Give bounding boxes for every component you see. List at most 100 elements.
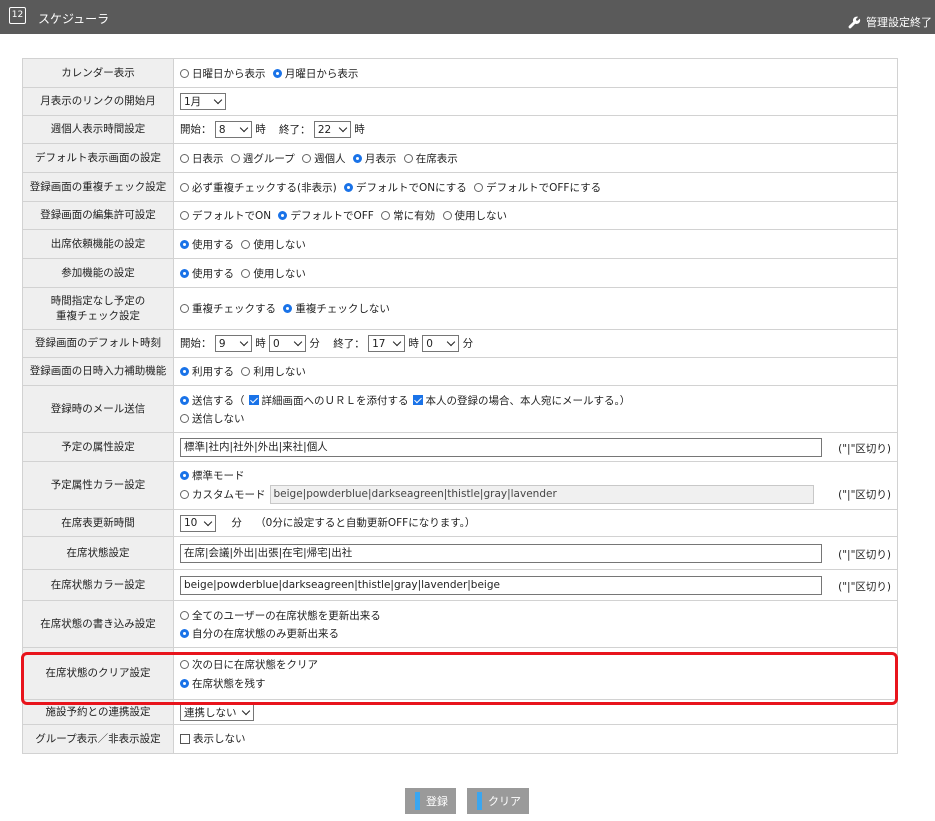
row-label: 登録時のメール送信 xyxy=(22,385,174,433)
separator-hint: ("|"区切り) xyxy=(838,580,891,593)
row-label: 在席状態のクリア設定 xyxy=(22,647,174,700)
row-label: 在席表更新時間 xyxy=(22,509,174,537)
row-label: 週個人表示時間設定 xyxy=(22,115,174,144)
radio-month-view[interactable]: 月表示 xyxy=(352,151,396,166)
radio-keep-presence[interactable]: 在席状態を残す xyxy=(180,676,266,691)
radio-edit-default-on[interactable]: デフォルトでON xyxy=(180,208,271,223)
row-month-link: 月表示のリンクの開始月 1月 xyxy=(22,87,898,116)
radio-edit-always[interactable]: 常に有効 xyxy=(381,208,435,223)
checkbox-self-mail[interactable]: 本人の登録の場合、本人宛にメールする。） xyxy=(412,393,630,408)
default-start-hour-select[interactable]: 9 xyxy=(214,335,252,352)
row-participation: 参加機能の設定 使用する 使用しない xyxy=(22,258,898,288)
radio-send-mail[interactable]: 送信する（ xyxy=(180,393,245,408)
radio-week-personal[interactable]: 週個人 xyxy=(302,151,346,166)
refresh-minutes-select[interactable]: 10 xyxy=(180,514,216,532)
row-datetime-assist: 登録画面の日時入力補助機能 利用する 利用しない xyxy=(22,357,898,386)
facility-link-select[interactable]: 連携しない xyxy=(180,703,254,721)
radio-start-sunday[interactable]: 日曜日から表示 xyxy=(180,66,266,81)
radio-update-all-users[interactable]: 全てのユーザーの在席状態を更新出来る xyxy=(180,608,381,623)
row-presence-write: 在席状態の書き込み設定 全てのユーザーの在席状態を更新出来る 自分の在席状態のみ… xyxy=(22,600,898,648)
row-label: 施設予約との連携設定 xyxy=(22,699,174,725)
default-start-min-select[interactable]: 0 xyxy=(269,335,307,352)
button-bar-icon xyxy=(415,792,420,810)
radio-clear-next-day[interactable]: 次の日に在席状態をクリア xyxy=(180,657,318,672)
radio-always-check[interactable]: 必ず重複チェックする(非表示) xyxy=(180,180,337,195)
radio-attendance-use[interactable]: 使用する xyxy=(180,237,234,252)
radio-week-group[interactable]: 週グループ xyxy=(230,151,295,166)
exit-admin-settings-label: 管理設定終了 xyxy=(866,16,932,29)
row-week-personal-time: 週個人表示時間設定 開始： 8 時 終了： 22 時 xyxy=(22,115,898,144)
clear-button[interactable]: クリア xyxy=(467,788,529,814)
row-label: 登録画面の重複チェック設定 xyxy=(22,172,174,202)
row-edit-permission: 登録画面の編集許可設定 デフォルトでON デフォルトでOFF 常に有効 使用しな… xyxy=(22,201,898,230)
row-label: 登録画面のデフォルト時刻 xyxy=(22,329,174,358)
radio-default-off[interactable]: デフォルトでOFFにする xyxy=(474,180,601,195)
month-link-select[interactable]: 1月 xyxy=(180,93,226,110)
row-label: 参加機能の設定 xyxy=(22,258,174,288)
radio-day-view[interactable]: 日表示 xyxy=(180,151,224,166)
row-presence-status: 在席状態設定 在席|会議|外出|出張|在宅|帰宅|出社 ("|"区切り) xyxy=(22,536,898,570)
row-label: 予定の属性設定 xyxy=(22,432,174,462)
row-attr-color: 予定属性カラー設定 標準モード カスタムモード beige|powderblue… xyxy=(22,461,898,510)
radio-edit-default-off[interactable]: デフォルトでOFF xyxy=(278,208,374,223)
default-end-hour-select[interactable]: 17 xyxy=(368,335,406,352)
row-group-display: グループ表示／非表示設定 表示しない xyxy=(22,724,898,754)
radio-no-time-no-check[interactable]: 重複チェックしない xyxy=(283,301,390,316)
week-end-hour-select[interactable]: 22 xyxy=(313,121,351,138)
radio-participation-unused[interactable]: 使用しない xyxy=(241,266,306,281)
radio-standard-mode[interactable]: 標準モード xyxy=(180,468,245,483)
radio-assist-unused[interactable]: 利用しない xyxy=(241,364,306,379)
header-bar: 12 スケジューラ 管理設定終了 xyxy=(0,0,935,34)
row-facility: 施設予約との連携設定 連携しない xyxy=(22,699,898,725)
row-label: 月表示のリンクの開始月 xyxy=(22,87,174,116)
scheduler-settings-table: カレンダー表示 日曜日から表示 月曜日から表示 月表示のリンクの開始月 1月 週… xyxy=(22,58,898,754)
row-label: 登録画面の編集許可設定 xyxy=(22,201,174,230)
calendar-icon: 12 xyxy=(9,7,26,24)
attr-color-input[interactable]: beige|powderblue|darkseagreen|thistle|gr… xyxy=(269,484,814,504)
week-start-hour-select[interactable]: 8 xyxy=(214,121,252,138)
exit-admin-settings-link[interactable]: 管理設定終了 xyxy=(848,14,932,30)
presence-color-input[interactable]: beige|powderblue|darkseagreen|thistle|gr… xyxy=(180,575,822,595)
wrench-icon xyxy=(848,16,861,28)
row-label: 在席状態の書き込み設定 xyxy=(22,600,174,648)
separator-hint: ("|"区切り) xyxy=(838,548,891,561)
row-label: 登録画面の日時入力補助機能 xyxy=(22,357,174,386)
default-end-min-select[interactable]: 0 xyxy=(422,335,460,352)
radio-edit-unused[interactable]: 使用しない xyxy=(442,208,507,223)
radio-no-time-check[interactable]: 重複チェックする xyxy=(180,301,276,316)
row-presence-color: 在席状態カラー設定 beige|powderblue|darkseagreen|… xyxy=(22,569,898,601)
row-label: 在席状態カラー設定 xyxy=(22,569,174,601)
checkbox-hide-group[interactable]: 表示しない xyxy=(180,731,246,746)
radio-update-self-only[interactable]: 自分の在席状態のみ更新出来る xyxy=(180,626,339,641)
register-button[interactable]: 登録 xyxy=(405,788,456,814)
row-presence-refresh: 在席表更新時間 10 分 （0分に設定すると自動更新OFFになります。） xyxy=(22,509,898,537)
radio-participation-use[interactable]: 使用する xyxy=(180,266,234,281)
button-bar-icon xyxy=(477,792,482,810)
row-label: 在席状態設定 xyxy=(22,536,174,570)
presence-status-input[interactable]: 在席|会議|外出|出張|在宅|帰宅|出社 xyxy=(180,543,822,563)
radio-assist-use[interactable]: 利用する xyxy=(180,364,234,379)
radio-default-on[interactable]: デフォルトでONにする xyxy=(344,180,467,195)
row-default-time: 登録画面のデフォルト時刻 開始： 9 時 0 分 終了： 17 時 0 分 xyxy=(22,329,898,358)
radio-attendance-unused[interactable]: 使用しない xyxy=(241,237,306,252)
row-attributes: 予定の属性設定 標準|社内|社外|外出|来社|個人 ("|"区切り) xyxy=(22,432,898,462)
row-label: グループ表示／非表示設定 xyxy=(22,724,174,754)
page-title: スケジューラ xyxy=(38,12,110,26)
row-default-screen: デフォルト表示画面の設定 日表示 週グループ 週個人 月表示 在席表示 xyxy=(22,143,898,173)
radio-presence-view[interactable]: 在席表示 xyxy=(403,151,458,166)
row-presence-clear: 在席状態のクリア設定 次の日に在席状態をクリア 在席状態を残す xyxy=(22,647,898,700)
attributes-input[interactable]: 標準|社内|社外|外出|来社|個人 xyxy=(180,437,822,457)
radio-no-send[interactable]: 送信しない xyxy=(180,411,245,426)
checkbox-attach-url[interactable]: 詳細画面へのＵＲＬを添付する xyxy=(248,393,409,408)
row-label: 予定属性カラー設定 xyxy=(22,461,174,510)
row-calendar-display: カレンダー表示 日曜日から表示 月曜日から表示 xyxy=(22,58,898,88)
row-dup-check: 登録画面の重複チェック設定 必ず重複チェックする(非表示) デフォルトでONにす… xyxy=(22,172,898,202)
radio-custom-mode[interactable]: カスタムモード xyxy=(180,487,266,502)
separator-hint: ("|"区切り) xyxy=(838,488,891,501)
row-label: 時間指定なし予定の 重複チェック設定 xyxy=(22,287,174,330)
row-label: カレンダー表示 xyxy=(22,58,174,88)
separator-hint: ("|"区切り) xyxy=(838,442,891,455)
row-label: デフォルト表示画面の設定 xyxy=(22,143,174,173)
row-attendance-request: 出席依頼機能の設定 使用する 使用しない xyxy=(22,229,898,259)
radio-start-monday[interactable]: 月曜日から表示 xyxy=(272,66,358,81)
